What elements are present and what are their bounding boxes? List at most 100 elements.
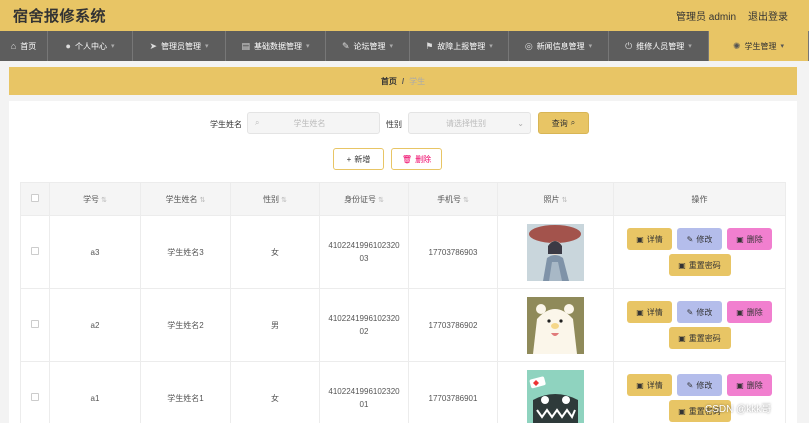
- cell-name: 学生姓名1: [140, 361, 231, 423]
- student-name-placeholder: 学生姓名: [293, 118, 326, 128]
- cell-name: 学生姓名3: [140, 215, 231, 289]
- column-header-photo[interactable]: 照片 ⇅: [497, 182, 614, 216]
- report-icon: ⚑: [425, 40, 434, 51]
- plus-icon: +: [346, 154, 352, 164]
- row-checkbox[interactable]: [20, 361, 50, 423]
- query-label: 查询: [551, 118, 568, 128]
- trash-icon: 🗑: [401, 154, 413, 164]
- admin-username: 管理员 admin: [676, 12, 737, 23]
- nav-item-home[interactable]: ⌂ 首页: [0, 31, 48, 61]
- nav-item-repair-staff[interactable]: ⏻ 维修人员管理 ▾: [609, 31, 709, 61]
- student-photo[interactable]: [527, 369, 584, 423]
- cell-phone: 17703786902: [408, 288, 498, 362]
- nav-item-base-data[interactable]: ▤ 基础数据管理 ▾: [226, 31, 326, 61]
- edit-button[interactable]: ✎ 修改: [677, 228, 722, 250]
- chevron-down-icon: ▾: [205, 43, 209, 50]
- edit-button[interactable]: ✎ 修改: [677, 301, 722, 323]
- nav-item-label: 学生管理: [744, 41, 777, 51]
- nav-item-fault-report[interactable]: ⚑ 故障上报管理 ▾: [410, 31, 509, 61]
- send-icon: ➤: [149, 40, 158, 51]
- logout-link[interactable]: 退出登录: [748, 8, 788, 23]
- remove-button[interactable]: ▣ 删除: [727, 301, 772, 323]
- trash-icon: ▣: [736, 307, 744, 317]
- trash-icon: ▣: [736, 380, 744, 390]
- breadcrumb-current: 学生: [409, 76, 426, 86]
- cell-gender: 男: [230, 288, 320, 362]
- chevron-down-icon: ▾: [110, 43, 115, 50]
- student-photo[interactable]: [527, 223, 584, 281]
- nav-item-students[interactable]: ✺ 学生管理 ▾: [709, 31, 809, 61]
- sort-icon: ⇅: [199, 196, 206, 204]
- nav-item-label: 首页: [20, 41, 37, 51]
- chevron-down-icon: ▾: [489, 43, 493, 50]
- gender-select[interactable]: 请选择性别 ⌄: [408, 112, 531, 134]
- edit-button[interactable]: ✎ 修改: [677, 374, 722, 396]
- gender-placeholder: 请选择性别: [446, 118, 486, 128]
- students-table: 学号 ⇅ 学生姓名 ⇅ 性别 ⇅ 身份证号 ⇅ 手机号 ⇅ 照片 ⇅ 操作 a3 学生姓名3…: [20, 182, 786, 423]
- cell-gender: 女: [230, 361, 320, 423]
- nav-item-label: 个人中心: [74, 41, 107, 51]
- key-icon: ▣: [678, 406, 686, 416]
- table-row: a1 学生姓名1 女 4102241996102320 01 1770378690…: [20, 361, 786, 423]
- cell-gender: 女: [230, 215, 320, 289]
- top-header: 宿舍报修系统 管理员 admin 退出登录: [0, 0, 809, 31]
- select-all-checkbox[interactable]: [20, 182, 50, 216]
- cell-photo: [497, 215, 614, 289]
- sort-icon: ⇅: [281, 196, 287, 204]
- student-icon: ✺: [732, 40, 741, 51]
- key-icon: ▣: [678, 260, 686, 270]
- user-icon: ●: [65, 41, 71, 51]
- cell-actions: ▣ 详情 ✎ 修改 ▣ 删除 ▣ 重置密码: [613, 288, 786, 362]
- column-header-name[interactable]: 学生姓名 ⇅: [140, 182, 231, 216]
- cell-id-card: 4102241996102320 02: [319, 288, 409, 362]
- cell-id-card: 4102241996102320 01: [319, 361, 409, 423]
- column-header-id[interactable]: 学号 ⇅: [49, 182, 141, 216]
- table-row: a2 学生姓名2 男 4102241996102320 02 1770378690…: [20, 288, 786, 362]
- home-icon: ⌂: [10, 41, 17, 51]
- remove-button[interactable]: ▣ 删除: [727, 374, 772, 396]
- cell-phone: 17703786901: [408, 361, 498, 423]
- reset-password-button[interactable]: ▣ 重置密码: [668, 327, 731, 349]
- sort-icon: ⇅: [561, 196, 568, 204]
- cell-id: a3: [49, 215, 141, 289]
- column-header-gender[interactable]: 性别 ⇅: [230, 182, 320, 216]
- nav-item-admins[interactable]: ➤ 管理员管理 ▾: [133, 31, 226, 61]
- app-title: 宿舍报修系统: [13, 8, 107, 25]
- delete-label: 删除: [415, 154, 432, 164]
- search-icon: ⌕: [570, 118, 576, 127]
- reset-password-button[interactable]: ▣ 重置密码: [668, 254, 731, 276]
- student-name-input[interactable]: ⌕ 学生姓名: [247, 112, 380, 134]
- breadcrumb-home[interactable]: 首页: [381, 76, 397, 87]
- edit-icon: ✎: [686, 380, 694, 390]
- row-checkbox[interactable]: [20, 215, 50, 289]
- delete-button[interactable]: 🗑 删除: [391, 148, 442, 170]
- table-header-row: 学号 ⇅ 学生姓名 ⇅ 性别 ⇅ 身份证号 ⇅ 手机号 ⇅ 照片 ⇅ 操作: [20, 182, 786, 216]
- nav-item-forum[interactable]: ✎ 论坛管理 ▾: [326, 31, 410, 61]
- detail-button[interactable]: ▣ 详情: [627, 301, 672, 323]
- forum-icon: ✎: [341, 40, 350, 51]
- chevron-down-icon: ▾: [688, 43, 692, 50]
- sort-icon: ⇅: [378, 196, 384, 204]
- cell-photo: [497, 361, 614, 423]
- detail-button[interactable]: ▣ 详情: [627, 374, 672, 396]
- nav-item-profile[interactable]: ● 个人中心 ▾: [48, 31, 133, 61]
- edit-icon: ✎: [686, 307, 694, 317]
- column-header-phone[interactable]: 手机号 ⇅: [408, 182, 498, 216]
- detail-button[interactable]: ▣ 详情: [627, 228, 672, 250]
- sort-icon: ⇅: [463, 196, 469, 204]
- add-label: 新增: [354, 154, 371, 164]
- add-button[interactable]: + 新增: [333, 148, 384, 170]
- nav-item-label: 新闻信息管理: [536, 41, 585, 51]
- query-button[interactable]: 查询 ⌕: [538, 112, 589, 134]
- nav-item-news[interactable]: ◎ 新闻信息管理 ▾: [509, 31, 609, 61]
- column-header-actions: 操作: [613, 182, 786, 216]
- main-nav: ⌂ 首页 ● 个人中心 ▾ ➤ 管理员管理 ▾ ▤ 基础数据管理 ▾ ✎ 论坛管…: [0, 31, 809, 61]
- column-header-id-card[interactable]: 身份证号 ⇅: [319, 182, 409, 216]
- cell-id: a2: [49, 288, 141, 362]
- sort-icon: ⇅: [101, 196, 107, 204]
- cell-actions: ▣ 详情 ✎ 修改 ▣ 删除 ▣ 重置密码: [613, 215, 786, 289]
- remove-button[interactable]: ▣ 删除: [727, 228, 772, 250]
- student-photo[interactable]: [527, 296, 584, 354]
- chevron-down-icon: ▾: [780, 43, 785, 50]
- row-checkbox[interactable]: [20, 288, 50, 362]
